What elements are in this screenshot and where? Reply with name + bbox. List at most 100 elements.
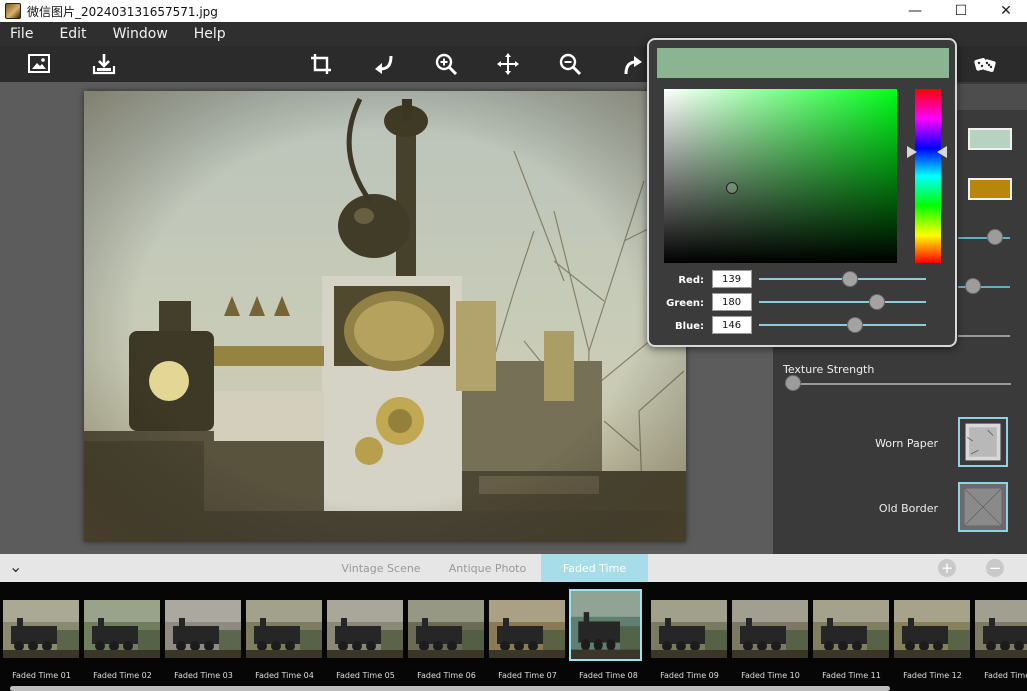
app-window: 微信图片_202403131657571.jpg — ☐ ✕ File Edit…	[0, 0, 1027, 691]
preset-thumb[interactable]: Faded Time 09	[649, 582, 730, 682]
random-dice-button[interactable]	[970, 50, 1000, 78]
preset-thumb-image	[408, 600, 484, 658]
adjust-slider-2-knob[interactable]	[965, 278, 981, 294]
zoom-in-button[interactable]	[431, 50, 461, 78]
old-border-image	[960, 484, 1006, 530]
preset-thumb-image	[327, 600, 403, 658]
preset-thumb-label: Faded Time 13	[984, 671, 1027, 680]
green-value-input[interactable]: 180	[712, 293, 752, 311]
collapse-strip-button[interactable]: ⌄	[9, 557, 22, 576]
green-slider-knob[interactable]	[868, 294, 885, 310]
hue-marker-left[interactable]	[907, 146, 917, 158]
preset-thumb[interactable]: Faded Time 12	[892, 582, 973, 682]
move-button[interactable]	[493, 50, 523, 78]
preset-thumb[interactable]: Faded Time 10	[730, 582, 811, 682]
move-icon	[497, 53, 519, 75]
thumbnail-scrollbar[interactable]	[10, 686, 890, 691]
hue-marker-right[interactable]	[937, 146, 947, 158]
menu-window[interactable]: Window	[113, 26, 168, 42]
preset-thumb-image	[3, 600, 79, 658]
red-value-input[interactable]: 139	[712, 270, 752, 288]
preset-thumb-label: Faded Time 12	[903, 671, 962, 680]
preset-thumb-label: Faded Time 02	[93, 671, 152, 680]
app-icon	[5, 3, 21, 19]
zoom-out-icon	[559, 53, 582, 76]
zoom-out-button[interactable]	[555, 50, 585, 78]
preset-thumb-label: Faded Time 08	[579, 671, 638, 680]
texture-strength-track[interactable]	[785, 383, 1011, 385]
preset-thumb-image	[651, 600, 727, 658]
preset-thumb[interactable]: Faded Time 03	[163, 582, 244, 682]
preset-thumb-image	[246, 600, 322, 658]
tab-antique-photo[interactable]: Antique Photo	[434, 554, 541, 582]
preset-thumb-label: Faded Time 05	[336, 671, 395, 680]
random-dice-icon	[974, 58, 996, 72]
color-swatch-secondary[interactable]	[968, 178, 1012, 200]
preset-thumb[interactable]: Faded Time 01	[1, 582, 82, 682]
preset-thumb[interactable]: Faded Time 07	[487, 582, 568, 682]
preset-thumb-image	[569, 589, 642, 661]
blue-value-input[interactable]: 146	[712, 316, 752, 334]
edited-photo[interactable]	[84, 91, 686, 542]
texture-old-border-thumb[interactable]	[958, 482, 1008, 532]
adjust-slider-1-knob[interactable]	[987, 229, 1003, 245]
preset-thumb-label: Faded Time 11	[822, 671, 881, 680]
preset-thumb-label: Faded Time 03	[174, 671, 233, 680]
preset-thumb-image	[165, 600, 241, 658]
photo-image	[84, 91, 686, 542]
adjust-slider-3-track[interactable]	[958, 335, 1010, 337]
minimize-button[interactable]: —	[892, 0, 938, 22]
green-label: Green:	[666, 298, 704, 309]
hue-bar[interactable]	[915, 89, 941, 263]
worn-paper-image	[960, 419, 1006, 465]
preset-thumb-image	[489, 600, 565, 658]
preset-thumb-label: Faded Time 09	[660, 671, 719, 680]
preset-thumb-label: Faded Time 10	[741, 671, 800, 680]
texture-strength-knob[interactable]	[785, 375, 801, 391]
rotate-right-button[interactable]	[617, 50, 647, 78]
preset-thumb-image	[732, 600, 808, 658]
texture-old-border-label: Old Border	[878, 502, 938, 515]
close-button[interactable]: ✕	[983, 0, 1027, 22]
blue-label: Blue:	[675, 321, 704, 332]
color-swatch-primary[interactable]	[968, 128, 1012, 150]
title-bar: 微信图片_202403131657571.jpg — ☐ ✕	[0, 0, 1027, 22]
preset-thumb[interactable]: Faded Time 13	[973, 582, 1027, 682]
preset-thumb[interactable]: Faded Time 05	[325, 582, 406, 682]
preset-thumb[interactable]: Faded Time 02	[82, 582, 163, 682]
blue-slider-track[interactable]	[759, 324, 926, 326]
crop-icon	[311, 54, 331, 74]
saturation-value-handle[interactable]	[726, 182, 738, 194]
green-slider-track[interactable]	[759, 301, 926, 303]
menu-file[interactable]: File	[10, 26, 33, 42]
rotate-left-button[interactable]	[368, 50, 398, 78]
tab-vintage-scene[interactable]: Vintage Scene	[328, 554, 434, 582]
crop-button[interactable]	[306, 50, 336, 78]
open-image-icon	[28, 54, 50, 73]
menu-help[interactable]: Help	[194, 26, 226, 42]
preset-tab-bar: ⌄ Vintage Scene Antique Photo Faded Time…	[0, 554, 1027, 582]
remove-preset-button[interactable]: −	[986, 559, 1004, 577]
maximize-button[interactable]: ☐	[938, 0, 984, 22]
preset-thumb-image	[813, 600, 889, 658]
tab-faded-time[interactable]: Faded Time	[541, 554, 648, 582]
rotate-right-icon	[624, 56, 642, 75]
save-image-button[interactable]	[89, 50, 119, 78]
open-image-button[interactable]	[24, 50, 54, 78]
rotate-left-icon	[375, 55, 393, 74]
blue-slider-knob[interactable]	[846, 317, 863, 333]
preset-thumb-label: Faded Time 04	[255, 671, 314, 680]
menu-edit[interactable]: Edit	[59, 26, 86, 42]
preset-thumb[interactable]: Faded Time 04	[244, 582, 325, 682]
preset-thumb-image	[975, 600, 1027, 658]
preset-thumb[interactable]: Faded Time 08	[568, 582, 649, 682]
color-picker-popup: Red: 139 Green: 180 Blue: 146	[647, 38, 957, 347]
preset-thumb-label: Faded Time 06	[417, 671, 476, 680]
preset-thumb[interactable]: Faded Time 06	[406, 582, 487, 682]
saturation-value-field[interactable]	[664, 89, 897, 263]
preset-thumb[interactable]: Faded Time 11	[811, 582, 892, 682]
texture-worn-paper-thumb[interactable]	[958, 417, 1008, 467]
preset-thumb-label: Faded Time 01	[12, 671, 71, 680]
add-preset-button[interactable]: +	[938, 559, 956, 577]
red-slider-knob[interactable]	[842, 271, 858, 287]
